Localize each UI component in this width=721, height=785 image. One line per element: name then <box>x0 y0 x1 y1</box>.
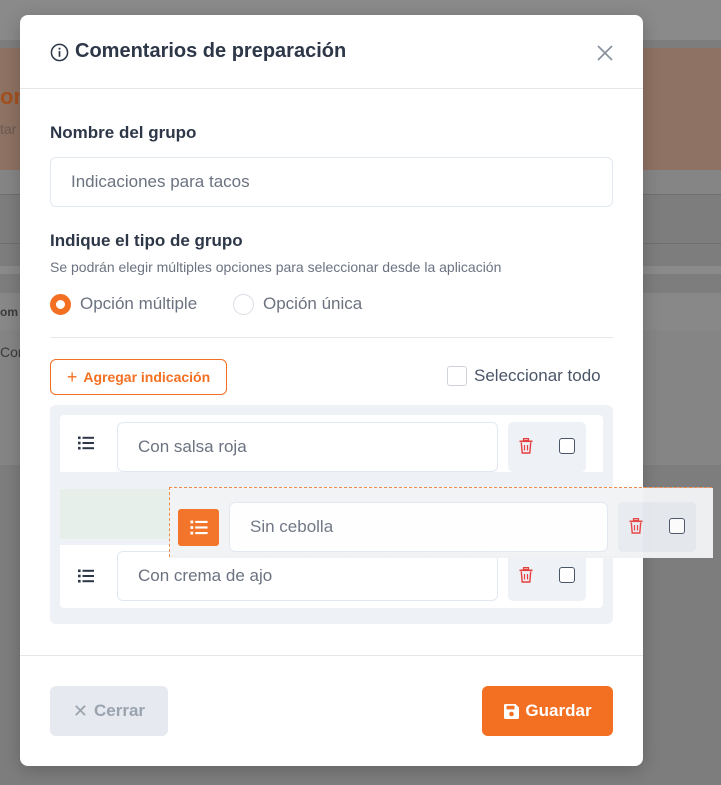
save-button[interactable]: Guardar <box>482 686 613 736</box>
section-divider <box>50 337 613 338</box>
radio-button-selected[interactable] <box>50 293 71 315</box>
item-checkbox[interactable] <box>559 567 575 583</box>
floppy-disk-icon <box>504 703 520 719</box>
add-indication-label: Agregar indicación <box>83 369 211 385</box>
radio-single-option[interactable]: Opción única <box>233 293 362 315</box>
close-button-label: Cerrar <box>94 701 146 720</box>
dragging-card <box>170 488 713 558</box>
select-all-checkbox[interactable] <box>447 366 467 386</box>
select-all-toggle[interactable]: Seleccionar todo <box>447 366 601 386</box>
footer-divider <box>20 655 643 656</box>
save-button-label: Guardar <box>525 701 592 720</box>
list-item <box>60 415 603 472</box>
item-actions <box>508 422 586 472</box>
add-indication-button[interactable]: + Agregar indicación <box>50 359 227 395</box>
background-table-header-text: om <box>0 305 18 319</box>
indication-input[interactable] <box>229 502 608 552</box>
drag-handle-icon[interactable] <box>78 569 94 583</box>
indication-input[interactable] <box>117 551 498 601</box>
radio-label: Opción múltiple <box>80 294 198 313</box>
modal-title: Comentarios de preparación <box>75 40 347 62</box>
modal-header: Comentarios de preparación <box>20 15 643 89</box>
drag-handle-icon <box>189 520 208 535</box>
radio-label: Opción única <box>263 294 363 313</box>
item-actions <box>618 502 696 552</box>
radio-button[interactable] <box>233 293 254 315</box>
select-all-label: Seleccionar todo <box>474 366 601 385</box>
trash-icon[interactable] <box>519 567 533 583</box>
radio-multiple-option[interactable]: Opción múltiple <box>50 293 197 315</box>
trash-icon[interactable] <box>519 438 533 454</box>
close-icon[interactable] <box>594 42 616 64</box>
preparation-comments-modal: Comentarios de preparación Nombre del gr… <box>20 15 643 766</box>
close-button[interactable]: ✕ Cerrar <box>50 686 168 736</box>
background-subtext: tar <box>0 121 17 137</box>
drag-handle-icon[interactable] <box>78 436 94 450</box>
group-type-label: Indique el tipo de grupo <box>50 231 243 250</box>
group-type-hint: Se podrán elegir múltiples opciones para… <box>50 259 502 275</box>
x-icon: ✕ <box>72 700 89 721</box>
item-checkbox[interactable] <box>669 518 685 534</box>
trash-icon[interactable] <box>629 518 643 534</box>
drag-handle-active[interactable] <box>178 509 219 546</box>
group-name-input[interactable] <box>50 157 613 207</box>
dragging-list-item[interactable] <box>169 487 713 558</box>
item-actions <box>508 551 586 601</box>
item-checkbox[interactable] <box>559 438 575 454</box>
plus-icon: + <box>66 366 78 387</box>
info-icon <box>50 43 69 62</box>
indication-input[interactable] <box>117 422 498 472</box>
group-name-label: Nombre del grupo <box>50 123 197 142</box>
